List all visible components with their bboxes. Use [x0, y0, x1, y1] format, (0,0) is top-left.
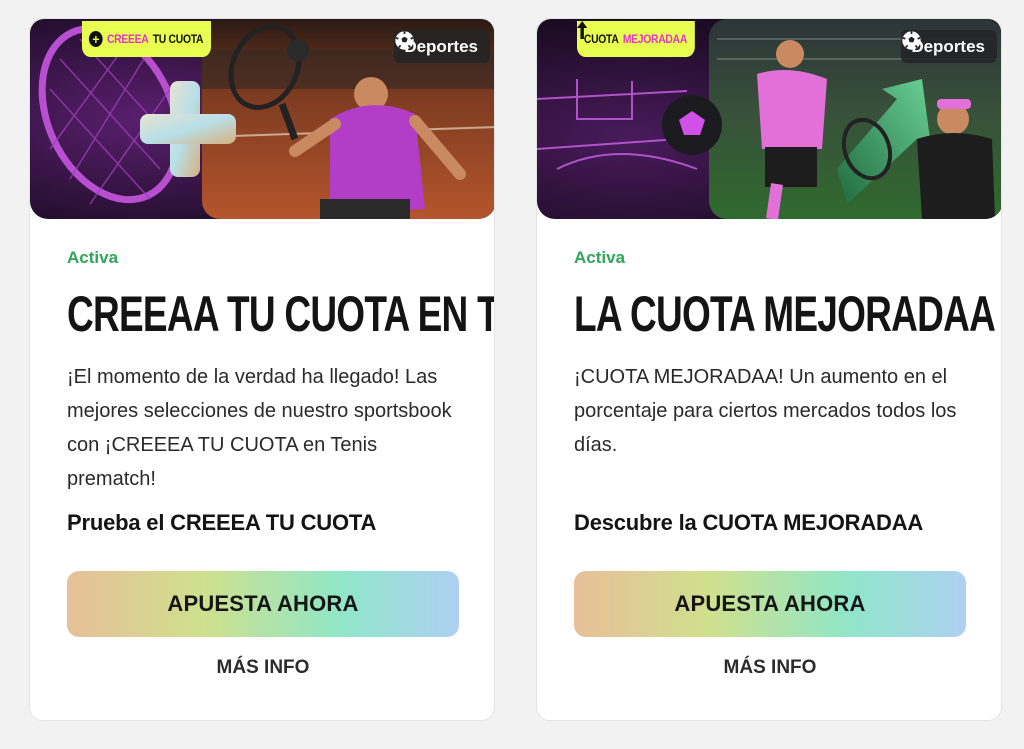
promo-card-boosted-odds: CUOTA MEJORADAA Deportes Activa LA CUOTA… [536, 18, 1002, 721]
promo-banner-image: CUOTA MEJORADAA Deportes [537, 19, 1001, 219]
promo-description: ¡CUOTA MEJORADAA! Un aumento en el porce… [574, 366, 957, 456]
sport-badge-label: Deportes [911, 36, 985, 56]
sport-badge: Deportes [901, 30, 997, 63]
promo-banner-image: + CREEEA TU CUOTA Deportes [30, 19, 494, 219]
soccer-ball-icon [395, 31, 414, 50]
soccer-ball-icon [902, 31, 921, 50]
sport-badge: Deportes [394, 30, 490, 63]
promo-tag-highlight: MEJORADAA [622, 32, 688, 46]
arrow-up-icon [577, 21, 588, 39]
promo-tag: CUOTA MEJORADAA [577, 21, 695, 57]
sport-badge-label: Deportes [404, 36, 478, 56]
status-label: Activa [67, 248, 119, 267]
promo-card-tennis: + CREEEA TU CUOTA Deportes Activa CREEAA… [29, 18, 495, 721]
bet-now-button[interactable]: APUESTA AHORA [67, 571, 459, 637]
more-info-link[interactable]: MÁS INFO [67, 657, 459, 679]
plus-icon: + [88, 31, 103, 47]
promo-description: ¡El momento de la verdad ha llegado! Las… [67, 366, 452, 490]
bet-now-button[interactable]: APUESTA AHORA [574, 571, 966, 637]
promo-tag-highlight: CREEEA [106, 32, 149, 46]
promo-tag-label: CUOTA [583, 32, 619, 46]
promo-cta-text: Descubre la CUOTA MEJORADAA [574, 510, 924, 535]
promo-title: CREEAA TU CUOTA EN TENIS [67, 286, 494, 342]
status-label: Activa [574, 248, 626, 267]
promo-tag: + CREEEA TU CUOTA [82, 21, 211, 57]
promo-title: LA CUOTA MEJORADAA [574, 286, 996, 342]
promo-cta-text: Prueba el CREEEA TU CUOTA [67, 510, 377, 535]
promo-tag-label: TU CUOTA [152, 32, 204, 46]
more-info-link[interactable]: MÁS INFO [574, 657, 966, 679]
